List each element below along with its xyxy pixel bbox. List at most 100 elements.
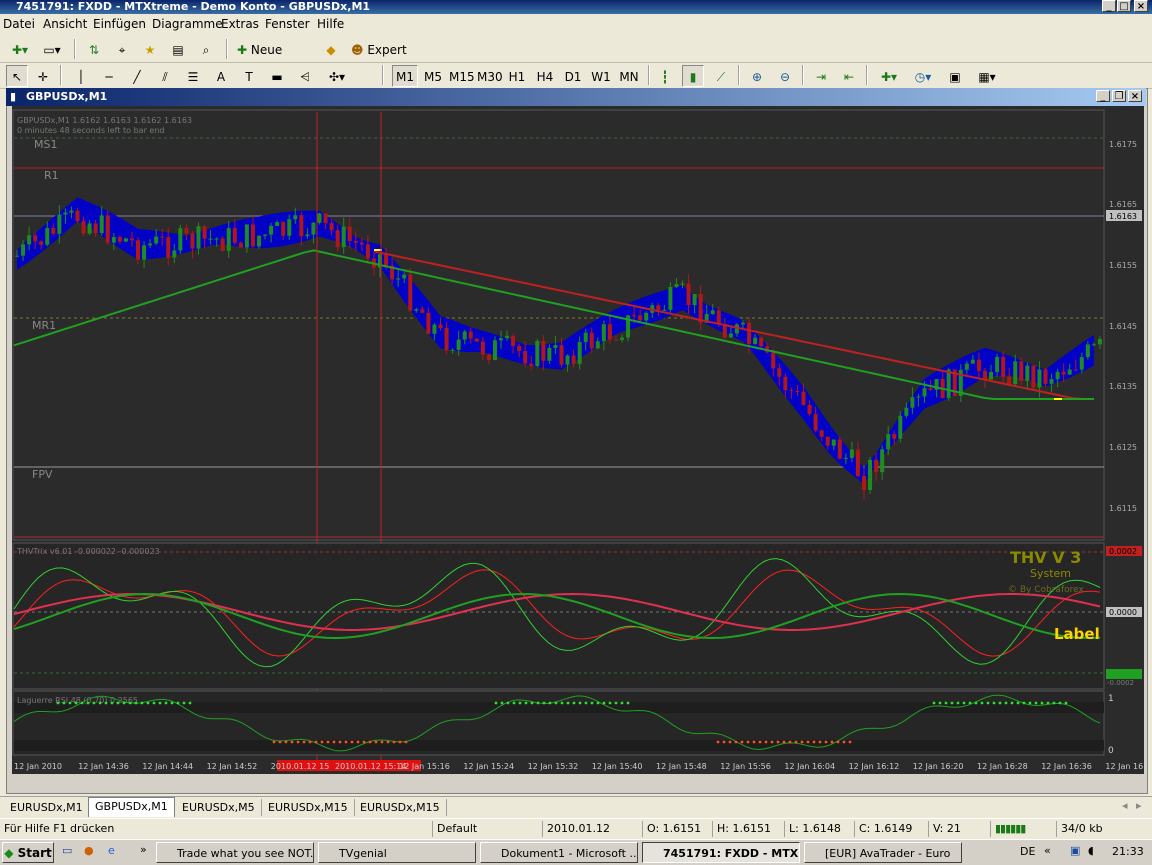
- navigator-icon[interactable]: ★: [138, 38, 162, 60]
- status-low: L: 1.6148: [784, 821, 853, 837]
- label-text: Label: [1054, 625, 1100, 643]
- timeframe-m30[interactable]: M30: [476, 65, 503, 87]
- price-tick: 1.6125: [1109, 443, 1137, 452]
- chart-restore-button[interactable]: ❐: [1112, 90, 1126, 102]
- language-indicator[interactable]: DE: [1020, 845, 1035, 858]
- task-mt4[interactable]: 7451791: FXDD - MTX...: [642, 842, 800, 863]
- line-chart-icon[interactable]: ⟋: [710, 65, 732, 87]
- close-button[interactable]: ×: [1134, 0, 1148, 12]
- task-trade[interactable]: Trade what you see NOT...: [156, 842, 314, 863]
- tab-scroll-left-icon[interactable]: ◂: [1122, 799, 1128, 812]
- firefox-icon[interactable]: ●: [84, 844, 94, 857]
- task-tvgenial[interactable]: TVgenial: [318, 842, 476, 863]
- start-button[interactable]: ◆ Start: [2, 842, 54, 863]
- time-tick: 2010.01.12 15: [271, 762, 330, 771]
- metaeditor-icon[interactable]: ◆: [320, 38, 342, 60]
- ie-icon[interactable]: e: [108, 844, 115, 857]
- time-tick: 12 Jan 14:44: [142, 762, 193, 771]
- vertical-line-icon[interactable]: │: [70, 65, 92, 87]
- tab-eurusd-m15-2[interactable]: EURUSDx,M15: [354, 799, 447, 816]
- tray-expand-icon[interactable]: «: [1044, 844, 1051, 857]
- menu-ansicht[interactable]: Ansicht: [43, 14, 87, 34]
- time-tick: 12 Jan 16:28: [977, 762, 1028, 771]
- price-tick: 1.6175: [1109, 140, 1137, 149]
- zoom-in-icon[interactable]: ⊕: [746, 65, 768, 87]
- autoscroll-icon[interactable]: ⇥: [810, 65, 832, 87]
- crosshair-icon[interactable]: ✛: [32, 65, 54, 87]
- cursor-icon[interactable]: ↖: [6, 65, 28, 87]
- rectangle-icon[interactable]: ▬: [266, 65, 288, 87]
- arrows-menu-icon[interactable]: ✣▾: [322, 65, 352, 87]
- chart-minimize-button[interactable]: _: [1096, 90, 1110, 102]
- status-help: Für Hilfe F1 drücken: [4, 822, 115, 835]
- data-window-icon[interactable]: ⌖: [110, 38, 134, 60]
- timeframe-m5[interactable]: M5: [420, 65, 446, 87]
- standard-toolbar: ✚▾ ▭▾ ⇅ ⌖ ★ ▤ ⌕ ✚ Neue Order ◆ ☻ Expert …: [0, 36, 1152, 79]
- expert-advisors-button[interactable]: ☻ Expert Advisors: [346, 38, 454, 79]
- timeframe-h4[interactable]: H4: [532, 65, 558, 87]
- tab-eurusd-m1[interactable]: EURUSDx,M1: [4, 799, 90, 816]
- market-watch-icon[interactable]: ⇅: [82, 38, 106, 60]
- chart-icon: ▮: [10, 90, 17, 103]
- timeframe-mn[interactable]: MN: [616, 65, 642, 87]
- candlesticks-icon[interactable]: ▮: [682, 65, 704, 87]
- chart-properties-icon[interactable]: ▦▾: [972, 65, 1002, 87]
- app-title: 7451791: FXDD - MTXtreme - Demo Konto - …: [16, 0, 371, 13]
- chart-shift-icon[interactable]: ⇤: [838, 65, 860, 87]
- menu-einfuegen[interactable]: Einfügen: [93, 14, 146, 34]
- templates-icon[interactable]: ▣: [944, 65, 966, 87]
- indicators-icon[interactable]: ✚▾: [874, 65, 904, 87]
- status-profile: Default: [432, 821, 541, 837]
- chart-area[interactable]: 1.6175 1.6165 1.6155 1.6145 1.6135 1.6125 1.61…: [12, 106, 1146, 774]
- chart-window-title-bar[interactable]: ▮ GBPUSDx,M1 _ ❐ ×: [6, 88, 1146, 106]
- equidistant-channel-icon[interactable]: ⫽: [154, 65, 176, 87]
- menu-hilfe[interactable]: Hilfe: [317, 14, 344, 34]
- bar-chart-icon[interactable]: ┇: [654, 65, 676, 87]
- new-order-icon: ✚: [237, 43, 251, 57]
- new-order-button[interactable]: ✚ Neue Order: [232, 38, 316, 79]
- menu-diagramme[interactable]: Diagramme: [152, 14, 223, 34]
- tab-scroll-right-icon[interactable]: ▸: [1136, 799, 1142, 812]
- timeframe-h1[interactable]: H1: [504, 65, 530, 87]
- tab-eurusd-m15[interactable]: EURUSDx,M15: [262, 799, 355, 816]
- clock: 21:33: [1112, 845, 1144, 858]
- fibonacci-icon[interactable]: ☰: [182, 65, 204, 87]
- level-mr1: MR1: [32, 319, 56, 332]
- quicklaunch-more-icon[interactable]: »: [140, 843, 147, 856]
- chart-close-button[interactable]: ×: [1128, 90, 1142, 102]
- status-open: O: 1.6151: [642, 821, 711, 837]
- minimize-button[interactable]: _: [1102, 0, 1116, 12]
- zoom-out-icon[interactable]: ⊖: [774, 65, 796, 87]
- text-label-icon[interactable]: T: [238, 65, 260, 87]
- network-icon[interactable]: ▣: [1070, 844, 1080, 857]
- menu-fenster[interactable]: Fenster: [265, 14, 310, 34]
- indicator1-scale-bottom: -0.0002: [1107, 679, 1134, 687]
- time-tick: 12 Jan 16:: [1105, 762, 1144, 771]
- start-label: Start: [17, 846, 52, 860]
- terminal-icon[interactable]: ▤: [166, 38, 190, 60]
- task-dokument1[interactable]: Dokument1 - Microsoft ...: [480, 842, 638, 863]
- horizontal-line-icon[interactable]: ─: [98, 65, 120, 87]
- menu-extras[interactable]: Extras: [221, 14, 259, 34]
- timeframe-d1[interactable]: D1: [560, 65, 586, 87]
- trendline-icon[interactable]: ╱: [126, 65, 148, 87]
- strategy-tester-icon[interactable]: ⌕: [194, 38, 218, 60]
- tab-gbpusd-m1[interactable]: GBPUSDx,M1: [88, 797, 175, 817]
- fibo-tools-icon[interactable]: ⩤: [294, 65, 316, 87]
- volume-icon[interactable]: ◖: [1088, 844, 1094, 857]
- text-icon[interactable]: A: [210, 65, 232, 87]
- tab-eurusd-m5[interactable]: EURUSDx,M5: [176, 799, 262, 816]
- menu-datei[interactable]: Datei: [3, 14, 35, 34]
- task-avatrader[interactable]: [EUR] AvaTrader - Euro: [804, 842, 962, 863]
- show-desktop-icon[interactable]: ▭: [62, 844, 72, 857]
- periods-icon[interactable]: ◷▾: [908, 65, 938, 87]
- timeframe-m15[interactable]: M15: [448, 65, 475, 87]
- profiles-icon[interactable]: ▭▾: [38, 38, 66, 60]
- new-chart-icon[interactable]: ✚▾: [6, 38, 34, 60]
- time-tick: 12 Jan 14:36: [78, 762, 129, 771]
- price-chart[interactable]: 1.6175 1.6165 1.6155 1.6145 1.6135 1.6125 1.61…: [12, 106, 1146, 774]
- app-title-bar[interactable]: 7451791: FXDD - MTXtreme - Demo Konto - …: [0, 0, 1152, 14]
- timeframe-m1[interactable]: M1: [392, 65, 418, 87]
- timeframe-w1[interactable]: W1: [588, 65, 614, 87]
- maximize-button[interactable]: □: [1117, 0, 1131, 12]
